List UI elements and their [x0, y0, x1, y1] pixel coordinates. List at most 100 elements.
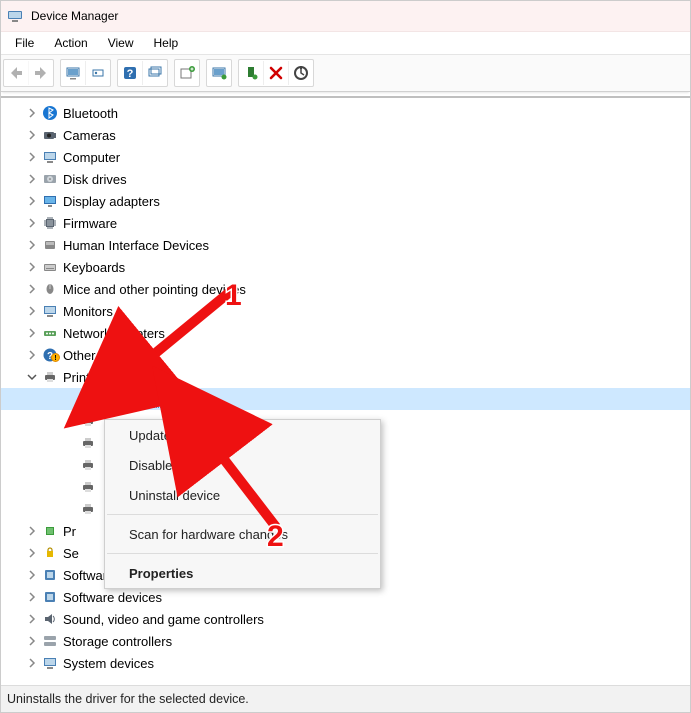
statusbar: Uninstalls the driver for the selected d…	[1, 685, 690, 712]
scan-hardware-button[interactable]	[288, 61, 313, 85]
tree-node[interactable]: Human Interface Devices	[1, 234, 690, 256]
context-menu-item[interactable]: Properties	[105, 558, 380, 588]
tree-node[interactable]: Cameras	[1, 124, 690, 146]
context-menu-item[interactable]: Uninstall device	[105, 480, 380, 510]
expand-icon[interactable]	[25, 634, 39, 648]
printer-icon	[79, 412, 97, 430]
stack-button[interactable]	[142, 61, 167, 85]
back-button[interactable]	[4, 61, 28, 85]
tree-node[interactable]: Monitors	[1, 300, 690, 322]
expand-icon[interactable]	[25, 656, 39, 670]
tree-node[interactable]: Print queues	[1, 366, 690, 388]
printer-icon	[79, 456, 97, 474]
tree-node-label: Monitors	[63, 304, 113, 319]
system-icon	[41, 654, 59, 672]
sound-icon	[41, 610, 59, 628]
properties-tag-button[interactable]	[85, 61, 110, 85]
camera-icon	[41, 126, 59, 144]
tree-node-label: Human Interface Devices	[63, 238, 209, 253]
expand-icon[interactable]	[25, 194, 39, 208]
tree-node-label: AnyDesk Printer	[101, 391, 199, 408]
tree-node[interactable]: Storage controllers	[1, 630, 690, 652]
computer-icon-button[interactable]	[61, 61, 85, 85]
window-title: Device Manager	[31, 9, 118, 23]
tree-node[interactable]: Firmware	[1, 212, 690, 234]
software-icon	[41, 566, 59, 584]
add-hardware-button[interactable]	[175, 61, 199, 85]
help-button[interactable]: ?	[118, 61, 142, 85]
forward-button[interactable]	[28, 61, 53, 85]
expand-icon[interactable]	[25, 590, 39, 604]
tree-node-label: Pr	[63, 524, 76, 539]
tree-node[interactable]: Bluetooth	[1, 102, 690, 124]
tree-node-label: Se	[63, 546, 79, 561]
titlebar: Device Manager	[1, 1, 690, 32]
tree-node[interactable]: ?! Other devices	[1, 344, 690, 366]
chip-icon	[41, 214, 59, 232]
expand-icon[interactable]	[25, 546, 39, 560]
tree-node[interactable]: Software devices	[1, 586, 690, 608]
printer-icon	[79, 434, 97, 452]
menu-view[interactable]: View	[98, 34, 144, 52]
expand-icon[interactable]	[25, 106, 39, 120]
menu-action[interactable]: Action	[44, 34, 97, 52]
expand-icon[interactable]	[25, 612, 39, 626]
tree-node-label: Cameras	[63, 128, 116, 143]
expand-icon[interactable]	[25, 568, 39, 582]
device-tree[interactable]: Bluetooth Cameras Computer Disk drives Displ…	[1, 98, 690, 699]
context-menu-item[interactable]: Disable device	[105, 450, 380, 480]
uninstall-device-button[interactable]	[263, 61, 288, 85]
expand-icon[interactable]	[25, 524, 39, 538]
tree-node[interactable]: Display adapters	[1, 190, 690, 212]
expand-icon[interactable]	[25, 238, 39, 252]
toolbar: ?	[1, 55, 690, 92]
printer-icon	[79, 500, 97, 518]
expand-icon[interactable]	[25, 216, 39, 230]
expand-icon[interactable]	[25, 150, 39, 164]
enable-device-button[interactable]	[239, 61, 263, 85]
computer-icon	[41, 148, 59, 166]
expand-icon[interactable]	[25, 260, 39, 274]
security-icon	[41, 544, 59, 562]
expand-icon[interactable]	[25, 172, 39, 186]
expand-icon[interactable]	[25, 370, 39, 384]
keyboard-icon	[41, 258, 59, 276]
tree-node[interactable]: Sound, video and game controllers	[1, 608, 690, 630]
storage-icon	[41, 632, 59, 650]
tree-node-label: Other devices	[63, 348, 143, 363]
tree-node-label: Computer	[63, 150, 120, 165]
tree-node[interactable]: Keyboards	[1, 256, 690, 278]
tree-node-label: Display adapters	[63, 194, 160, 209]
expand-icon[interactable]	[25, 326, 39, 340]
display-icon	[41, 192, 59, 210]
tree-node-label: Network adapters	[63, 326, 165, 341]
monitor-icon	[41, 302, 59, 320]
tree-node[interactable]: Disk drives	[1, 168, 690, 190]
printer-icon	[79, 478, 97, 496]
svg-text:!: !	[54, 355, 56, 362]
unknown-icon: ?!	[41, 346, 59, 364]
tree-node-label: Firmware	[63, 216, 117, 231]
tree-node-label: Disk drives	[63, 172, 127, 187]
expand-icon[interactable]	[25, 282, 39, 296]
tree-node-child[interactable]: AnyDesk Printer	[1, 388, 690, 410]
processor-icon	[41, 522, 59, 540]
expand-icon[interactable]	[25, 128, 39, 142]
tree-node[interactable]: Network adapters	[1, 322, 690, 344]
tree-node[interactable]: Mice and other pointing devices	[1, 278, 690, 300]
menu-help[interactable]: Help	[144, 34, 189, 52]
tree-node-label: Bluetooth	[63, 106, 118, 121]
menu-file[interactable]: File	[5, 34, 44, 52]
menubar: File Action View Help	[1, 32, 690, 55]
tree-node[interactable]: Computer	[1, 146, 690, 168]
context-menu-separator	[107, 553, 378, 554]
mouse-icon	[41, 280, 59, 298]
expand-icon[interactable]	[25, 304, 39, 318]
network-icon	[41, 324, 59, 342]
context-menu-item[interactable]: Scan for hardware changes	[105, 519, 380, 549]
expand-icon[interactable]	[25, 348, 39, 362]
tree-node[interactable]: System devices	[1, 652, 690, 674]
context-menu-item[interactable]: Update driver	[105, 420, 380, 450]
context-menu: Update driverDisable deviceUninstall dev…	[104, 419, 381, 589]
update-driver-button[interactable]	[207, 61, 231, 85]
